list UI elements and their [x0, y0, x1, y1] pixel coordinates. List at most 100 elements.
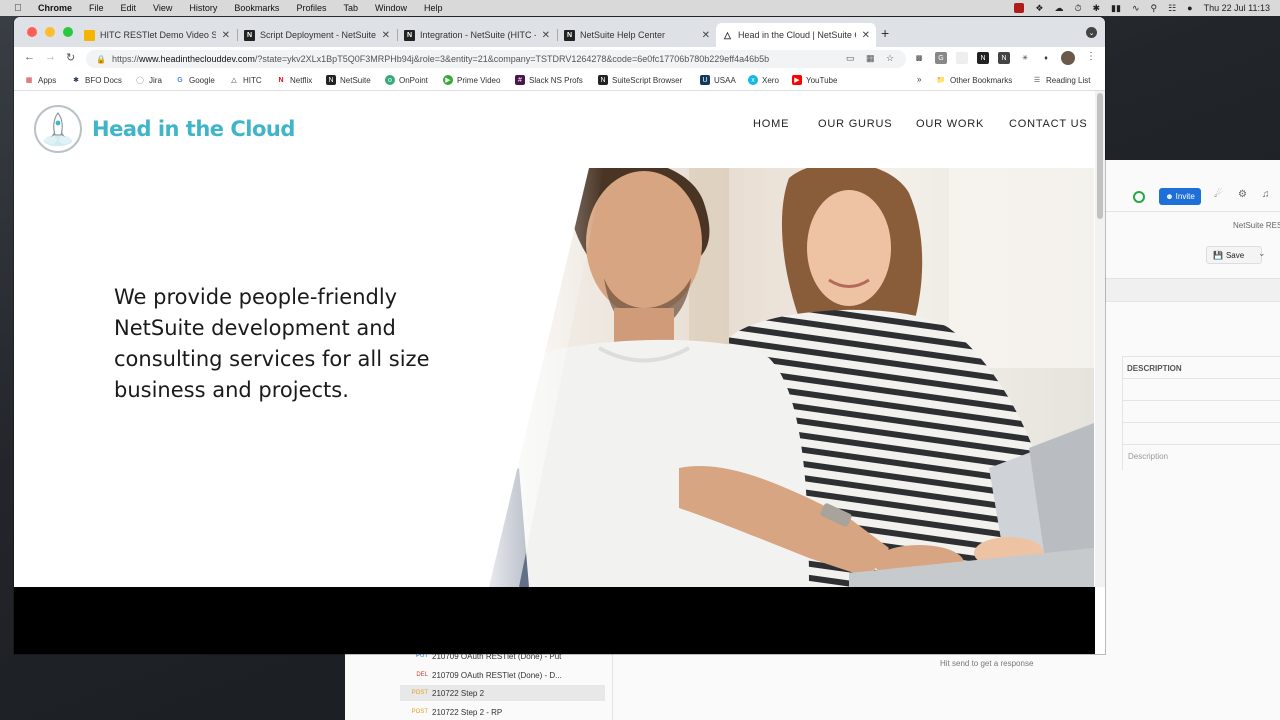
tab-script-deployment[interactable]: N Script Deployment - NetSuite ( ✕ — [238, 23, 396, 47]
bookmark-hitc[interactable]: △ HITC — [229, 75, 261, 85]
row-divider — [1122, 356, 1280, 357]
bookmark-netsuite[interactable]: N NetSuite — [326, 75, 371, 85]
puzzle-icon[interactable]: ♦ — [1040, 52, 1052, 64]
cast-icon[interactable]: ▭ — [846, 53, 855, 64]
apple-menu-icon[interactable]:  — [10, 3, 26, 14]
extension-icon[interactable] — [956, 52, 968, 64]
other-bookmarks[interactable]: 📁 Other Bookmarks — [936, 75, 1013, 85]
bookmark-bfo-docs[interactable]: ✱ BFO Docs — [71, 75, 122, 85]
tab-head-in-the-cloud[interactable]: △ Head in the Cloud | NetSuite C ✕ — [716, 23, 876, 47]
qr-code-icon[interactable]: ▦ — [866, 53, 875, 64]
menu-window[interactable]: Window — [375, 3, 407, 13]
window-controls — [27, 27, 73, 37]
minimize-window-button[interactable] — [45, 27, 55, 37]
clock[interactable]: Thu 22 Jul 11:13 — [1204, 3, 1270, 13]
lock-icon[interactable]: 🔒 — [96, 55, 106, 64]
extension-icon[interactable]: ✳ — [1019, 52, 1031, 64]
close-icon[interactable]: ✕ — [382, 30, 390, 41]
netsuite-icon: N — [326, 75, 336, 85]
netsuite-extension-icon[interactable]: N — [977, 52, 989, 64]
fullscreen-window-button[interactable] — [63, 27, 73, 37]
list-item[interactable]: POST 210722 Step 2 - RP — [400, 704, 605, 720]
reload-icon[interactable]: ↻ — [66, 51, 75, 64]
satellite-icon[interactable]: ☄ — [1214, 189, 1223, 200]
bookmark-youtube[interactable]: ▶ YouTube — [792, 75, 837, 85]
nav-home[interactable]: HOME — [753, 118, 789, 130]
bookmark-google[interactable]: G Google — [175, 75, 215, 85]
search-icon[interactable]: ⚲ — [1151, 3, 1158, 14]
bookmark-xero[interactable]: x Xero — [748, 75, 779, 85]
menu-help[interactable]: Help — [424, 3, 443, 13]
nav-our-work[interactable]: OUR WORK — [916, 118, 984, 130]
cloud-icon[interactable]: ☁ — [1054, 3, 1063, 14]
bookmark-slack-ns-profs[interactable]: # Slack NS Profs — [515, 75, 583, 85]
web-page: Head in the Cloud HOME OUR GURUS OUR WOR… — [14, 91, 1094, 587]
menu-view[interactable]: View — [153, 3, 172, 13]
menu-chrome[interactable]: Chrome — [38, 3, 72, 13]
close-icon[interactable]: ✕ — [222, 30, 230, 41]
bell-icon[interactable]: ♫ — [1262, 189, 1270, 200]
tab-integration[interactable]: N Integration - NetSuite (HITC - ✕ — [398, 23, 556, 47]
profile-avatar[interactable] — [1061, 51, 1075, 65]
bookmark-apps[interactable]: ▦ Apps — [24, 75, 57, 85]
chevron-down-icon[interactable]: ⌄ — [1258, 248, 1266, 259]
url-path: /?state=ykv2XLx1BpT5Q0F3MRPHb94j&role=3&… — [254, 54, 770, 64]
dropbox-icon[interactable]: ❖ — [1035, 3, 1043, 14]
nav-contact-us[interactable]: CONTACT US — [1009, 118, 1088, 130]
bookmark-jira[interactable]: ◯ Jira — [135, 75, 162, 85]
bookmark-prime-video[interactable]: ▶ Prime Video — [443, 75, 500, 85]
bookmark-onpoint[interactable]: o OnPoint — [385, 75, 428, 85]
close-window-button[interactable] — [27, 27, 37, 37]
more-options-icon[interactable]: ⋮ — [1086, 51, 1096, 62]
reading-list[interactable]: ☰ Reading List — [1032, 75, 1091, 85]
tab-hitc-slides[interactable]: HITC RESTlet Demo Video Slid ✕ — [78, 23, 236, 47]
control-center-icon[interactable]: ☷ — [1168, 3, 1176, 14]
forward-icon[interactable]: → — [45, 51, 56, 63]
bookmark-netflix[interactable]: N Netflix — [276, 75, 312, 85]
extension-g-icon[interactable]: G — [935, 52, 947, 64]
method-badge: POST — [411, 690, 428, 696]
list-item[interactable]: POST 210722 Step 2 — [400, 685, 605, 701]
nav-our-gurus[interactable]: OUR GURUS — [818, 118, 892, 130]
menu-history[interactable]: History — [189, 3, 217, 13]
scrollbar-thumb[interactable] — [1097, 93, 1103, 219]
new-tab-icon[interactable]: + — [881, 25, 889, 41]
menu-file[interactable]: File — [89, 3, 104, 13]
bookmark-suitescript-browser[interactable]: N SuiteScript Browser — [598, 75, 682, 85]
page-scrollbar[interactable] — [1095, 91, 1105, 587]
menu-profiles[interactable]: Profiles — [296, 3, 326, 13]
tab-search-icon[interactable]: ⌄ — [1086, 27, 1097, 38]
menu-tab[interactable]: Tab — [343, 3, 358, 13]
site-logo[interactable]: Head in the Cloud — [34, 105, 295, 153]
address-bar[interactable]: 🔒 https://www.headintheclouddev.com/?sta… — [86, 50, 906, 68]
menu-edit[interactable]: Edit — [121, 3, 137, 13]
netsuite-extension-icon[interactable]: N — [998, 52, 1010, 64]
close-icon[interactable]: ✕ — [702, 30, 710, 41]
save-icon: 💾 — [1213, 250, 1223, 260]
close-icon[interactable]: ✕ — [542, 30, 550, 41]
sync-icon[interactable] — [1133, 191, 1145, 203]
bookmark-star-icon[interactable]: ☆ — [886, 53, 894, 64]
bluetooth-icon[interactable]: ✱ — [1093, 3, 1101, 14]
invite-button[interactable]: ☻ Invite — [1159, 188, 1201, 205]
save-button[interactable]: 💾 Save — [1206, 246, 1262, 264]
bookmark-label: Reading List — [1046, 75, 1091, 85]
timer-icon[interactable]: ⏱ — [1074, 3, 1081, 14]
list-item[interactable]: DEL 210709 OAuth RESTlet (Done) - D... — [400, 667, 605, 683]
menu-bookmarks[interactable]: Bookmarks — [234, 3, 279, 13]
gear-icon[interactable]: ⚙ — [1238, 189, 1247, 200]
bookmark-usaa[interactable]: U USAA — [700, 75, 736, 85]
tab-netsuite-help[interactable]: N NetSuite Help Center ✕ — [558, 23, 716, 47]
battery-icon[interactable]: ▮▮ — [1111, 3, 1121, 14]
description-input[interactable]: Description — [1128, 452, 1168, 461]
bookmark-label: Slack NS Profs — [529, 75, 583, 85]
request-tab-title[interactable]: NetSuite RES — [1233, 221, 1280, 230]
recording-icon[interactable] — [1014, 3, 1025, 13]
back-icon[interactable]: ← — [24, 51, 35, 63]
url-text[interactable]: https://www.headintheclouddev.com/?state… — [112, 54, 842, 64]
bookmarks-overflow[interactable]: » — [917, 75, 921, 84]
close-icon[interactable]: ✕ — [862, 30, 870, 41]
extension-icon[interactable]: ▩ — [913, 52, 925, 64]
siri-icon[interactable]: ● — [1187, 3, 1192, 13]
wifi-icon[interactable]: ∿ — [1132, 3, 1140, 14]
